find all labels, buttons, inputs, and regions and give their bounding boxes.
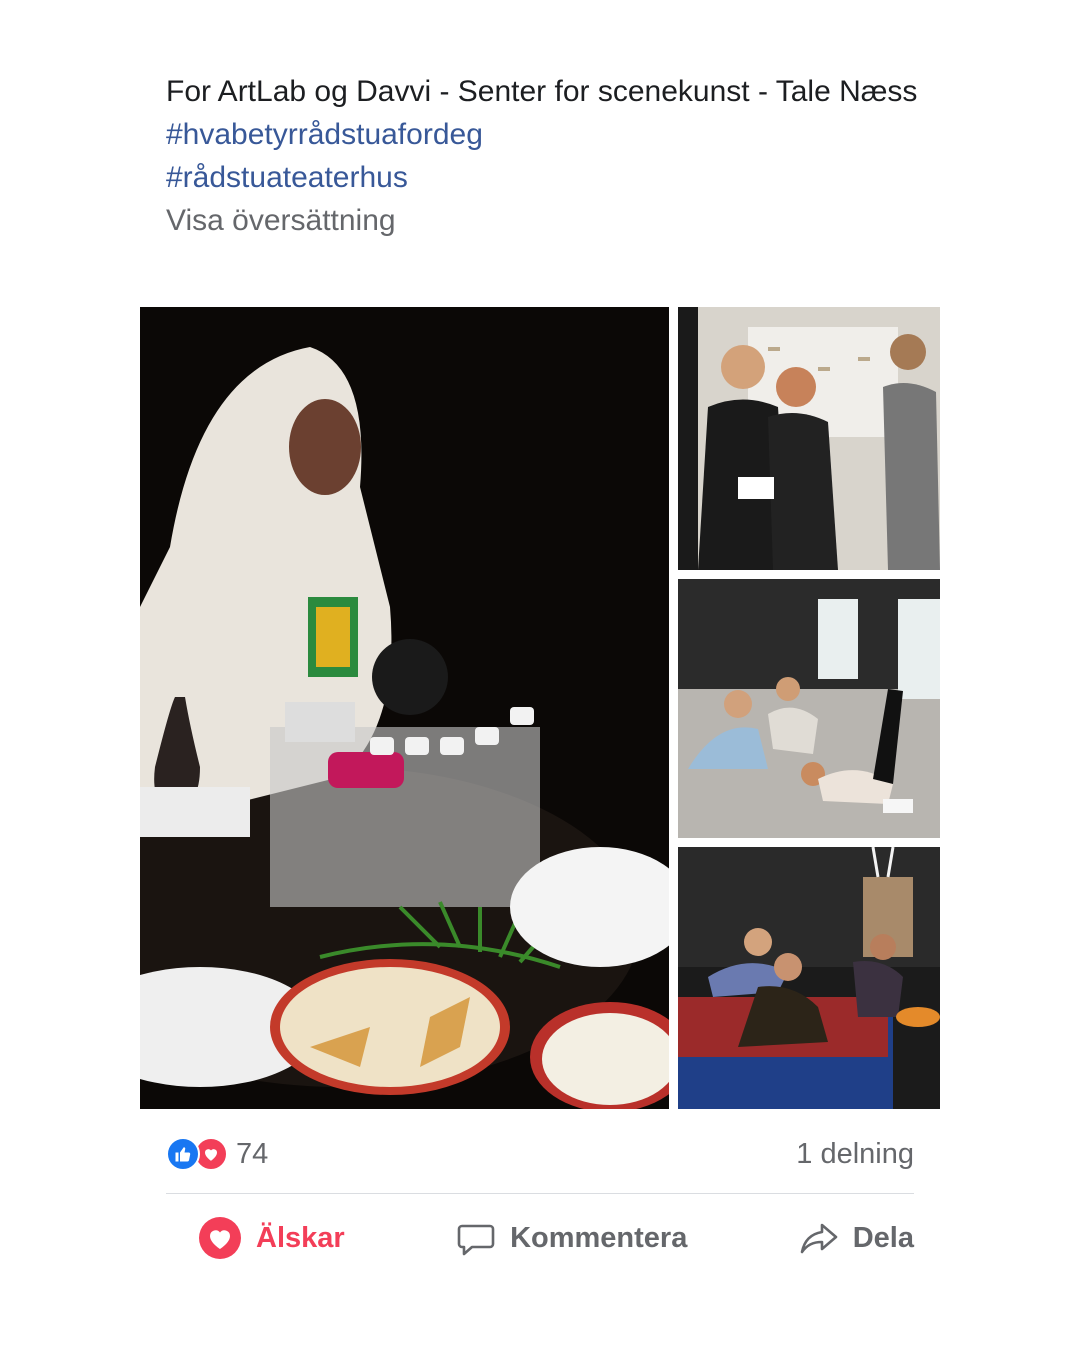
love-filled-icon (199, 1217, 241, 1259)
comment-button-label: Kommentera (510, 1221, 688, 1254)
translate-link[interactable]: Visa översättning (166, 199, 926, 242)
post-text: For ArtLab og Davvi - Senter for sceneku… (166, 70, 926, 242)
comment-icon (457, 1224, 495, 1256)
love-button[interactable]: Älskar (198, 1216, 345, 1260)
share-button[interactable]: Dela (799, 1218, 914, 1258)
divider (166, 1193, 914, 1194)
share-arrow-icon (800, 1223, 838, 1254)
hashtag-link[interactable]: #rådstuateaterhus (166, 156, 926, 199)
reaction-count: 74 (236, 1137, 269, 1170)
comment-button[interactable]: Kommentera (456, 1218, 687, 1258)
post-photo-rehearsal[interactable] (678, 307, 940, 570)
like-reaction-icon (166, 1137, 200, 1171)
post-photo-main[interactable] (140, 307, 669, 1109)
share-count[interactable]: 1 delning (796, 1138, 914, 1171)
hashtag-link[interactable]: #hvabetyrrådstuafordeg (166, 113, 926, 156)
reaction-summary[interactable]: 74 (166, 1137, 268, 1171)
post-body: For ArtLab og Davvi - Senter for sceneku… (166, 75, 918, 108)
share-button-label: Dela (852, 1221, 914, 1254)
post-stats: 74 1 delning (166, 1134, 914, 1174)
love-button-label: Älskar (256, 1221, 345, 1254)
post-photo-dancers[interactable] (678, 579, 940, 838)
post-photo-mattress[interactable] (678, 847, 940, 1109)
action-bar: Älskar Kommentera Dela (166, 1212, 914, 1264)
